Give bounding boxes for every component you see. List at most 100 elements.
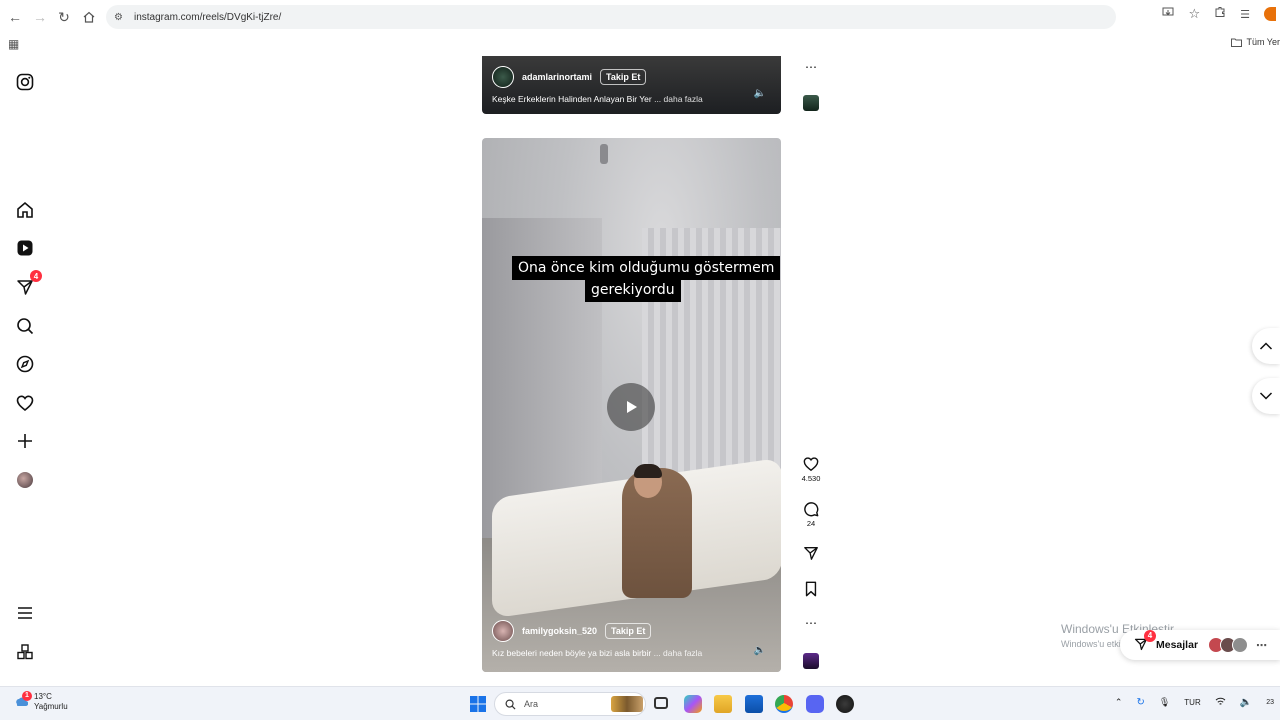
audio-muted-icon[interactable]: 🔈 bbox=[753, 86, 767, 100]
reading-list-icon[interactable]: ☰ bbox=[1240, 8, 1250, 21]
home-nav-icon[interactable] bbox=[14, 199, 36, 221]
notifications-nav-icon[interactable] bbox=[14, 392, 36, 414]
profile-avatar[interactable] bbox=[1264, 7, 1276, 21]
windows-taskbar: 1 13°C Yağmurlu Ara ⌃ ↻ 🎙 TUR 🔈 23 bbox=[0, 686, 1280, 720]
more-icon[interactable]: ⋯ bbox=[1256, 639, 1267, 652]
comment-count: 24 bbox=[806, 519, 816, 528]
reel-card-current[interactable]: Ona önce kim olduğumu göstermem gerekiyo… bbox=[482, 138, 781, 672]
audio-muted-icon[interactable]: 🔈 bbox=[753, 643, 767, 657]
forward-icon[interactable]: → bbox=[28, 5, 52, 29]
site-settings-icon[interactable]: ⚙ bbox=[114, 12, 128, 23]
home-icon[interactable] bbox=[77, 5, 101, 29]
like-icon[interactable] bbox=[803, 456, 819, 472]
folder-icon bbox=[1231, 38, 1243, 47]
reel-description: Keşke Erkeklerin Halinden Anlayan Bir Ye… bbox=[492, 94, 652, 104]
bookmark-star-icon[interactable]: ☆ bbox=[1188, 6, 1200, 22]
chrome-icon[interactable] bbox=[775, 695, 793, 713]
all-bookmarks[interactable]: Tüm Yer bbox=[1231, 37, 1280, 47]
weather-widget[interactable]: 1 13°C Yağmurlu bbox=[14, 691, 68, 712]
clock[interactable]: 23 bbox=[1266, 699, 1274, 706]
messages-nav-icon[interactable]: 4 bbox=[14, 270, 42, 298]
share-icon[interactable] bbox=[803, 545, 819, 561]
search-icon bbox=[505, 699, 516, 710]
sync-icon[interactable]: ↻ bbox=[1136, 697, 1144, 708]
reels-nav-icon[interactable] bbox=[14, 237, 36, 259]
avatar bbox=[1232, 637, 1249, 653]
install-app-icon[interactable] bbox=[1162, 5, 1174, 23]
copilot-icon[interactable] bbox=[684, 695, 702, 713]
start-button[interactable] bbox=[470, 696, 486, 717]
back-icon[interactable]: ← bbox=[3, 5, 27, 29]
weather-badge: 1 bbox=[22, 691, 32, 701]
system-tray: ⌃ ↻ 🎙 TUR 🔈 23 bbox=[1115, 697, 1280, 708]
apps-grid-icon[interactable]: ▦ bbox=[8, 37, 19, 51]
extensions-icon[interactable] bbox=[1214, 5, 1226, 23]
microphone-icon[interactable]: 🎙 bbox=[1159, 697, 1170, 708]
file-explorer-icon[interactable] bbox=[714, 695, 732, 713]
volume-icon[interactable]: 🔈 bbox=[1240, 697, 1252, 708]
search-placeholder: Ara bbox=[524, 699, 539, 709]
more-link[interactable]: ... daha fazla bbox=[654, 94, 703, 104]
reel-author-avatar[interactable] bbox=[492, 620, 514, 642]
comment-action: 24 bbox=[800, 501, 822, 528]
also-from-meta-icon[interactable] bbox=[14, 641, 36, 663]
comment-icon[interactable] bbox=[803, 501, 819, 517]
video-caption-line-1: Ona önce kim olduğumu göstermem bbox=[512, 256, 781, 280]
windows-start-icon bbox=[470, 696, 486, 712]
explore-nav-icon[interactable] bbox=[14, 353, 36, 375]
all-bookmarks-label: Tüm Yer bbox=[1246, 37, 1280, 47]
more-link[interactable]: ... daha fazla bbox=[654, 648, 703, 658]
task-view-icon[interactable] bbox=[654, 697, 668, 709]
chevron-up-icon[interactable]: ⌃ bbox=[1115, 697, 1123, 708]
temperature: 13°C bbox=[34, 692, 52, 701]
messages-badge: 4 bbox=[1144, 629, 1156, 642]
next-reel-button[interactable] bbox=[1252, 378, 1280, 414]
language-indicator[interactable]: TUR bbox=[1184, 698, 1200, 707]
reel-description: Kız bebeleri neden böyle ya bizi asla bi… bbox=[492, 648, 652, 658]
options-icon[interactable]: ⋯ bbox=[800, 60, 822, 74]
play-icon bbox=[627, 401, 637, 413]
ceiling-lamp bbox=[600, 144, 608, 164]
play-button[interactable] bbox=[607, 383, 655, 431]
wifi-icon[interactable] bbox=[1215, 697, 1226, 708]
audio-thumbnail[interactable] bbox=[803, 95, 819, 111]
message-avatars bbox=[1208, 637, 1249, 653]
options-icon[interactable]: ⋯ bbox=[800, 616, 822, 630]
messages-label: Mesajlar bbox=[1156, 639, 1199, 651]
search-highlight-image bbox=[611, 696, 643, 712]
instagram-logo-icon[interactable] bbox=[14, 71, 36, 93]
weather-icon: 1 bbox=[14, 691, 32, 709]
follow-button[interactable]: Takip Et bbox=[605, 623, 652, 639]
create-nav-icon[interactable] bbox=[14, 430, 36, 452]
previous-reel-button[interactable] bbox=[1252, 328, 1280, 364]
profile-avatar[interactable] bbox=[14, 469, 36, 491]
messages-pill[interactable]: 4 Mesajlar ⋯ bbox=[1120, 629, 1280, 660]
reel-author-username[interactable]: familygoksin_520 bbox=[522, 626, 597, 636]
app-icon[interactable] bbox=[836, 695, 854, 713]
reel-card-previous[interactable]: adamlarinortami Takip Et Keşke Erkekleri… bbox=[482, 56, 781, 114]
more-menu-icon[interactable] bbox=[14, 602, 36, 624]
discord-icon[interactable] bbox=[806, 695, 824, 713]
audio-thumbnail[interactable] bbox=[803, 653, 819, 669]
video-caption-line-2: gerekiyordu bbox=[585, 278, 681, 302]
url-text: instagram.com/reels/DVgKi-tjZre/ bbox=[134, 11, 282, 23]
reel-author-avatar[interactable] bbox=[492, 66, 514, 88]
reload-icon[interactable]: ↻ bbox=[52, 5, 76, 29]
follow-button[interactable]: Takip Et bbox=[600, 69, 647, 85]
notifications-badge: 4 bbox=[30, 270, 42, 282]
messages-icon: 4 bbox=[1134, 629, 1156, 654]
address-bar[interactable]: ⚙ instagram.com/reels/DVgKi-tjZre/ bbox=[106, 5, 1116, 29]
reel-author-username[interactable]: adamlarinortami bbox=[522, 72, 592, 82]
chevron-down-icon bbox=[1259, 392, 1273, 400]
store-icon[interactable] bbox=[745, 695, 763, 713]
search-nav-icon[interactable] bbox=[14, 315, 36, 337]
taskbar-search[interactable]: Ara bbox=[494, 692, 646, 716]
like-count: 4.530 bbox=[801, 474, 821, 483]
like-action: 4.530 bbox=[800, 456, 822, 483]
bookmarks-bar: ▦ Tüm Yer bbox=[0, 34, 1280, 54]
chevron-up-icon bbox=[1259, 342, 1273, 350]
weather-condition: Yağmurlu bbox=[34, 702, 68, 711]
instagram-sidebar: 4 bbox=[0, 54, 50, 686]
save-icon[interactable] bbox=[804, 581, 818, 597]
browser-toolbar: ← → ↻ ⚙ instagram.com/reels/DVgKi-tjZre/… bbox=[0, 0, 1280, 34]
